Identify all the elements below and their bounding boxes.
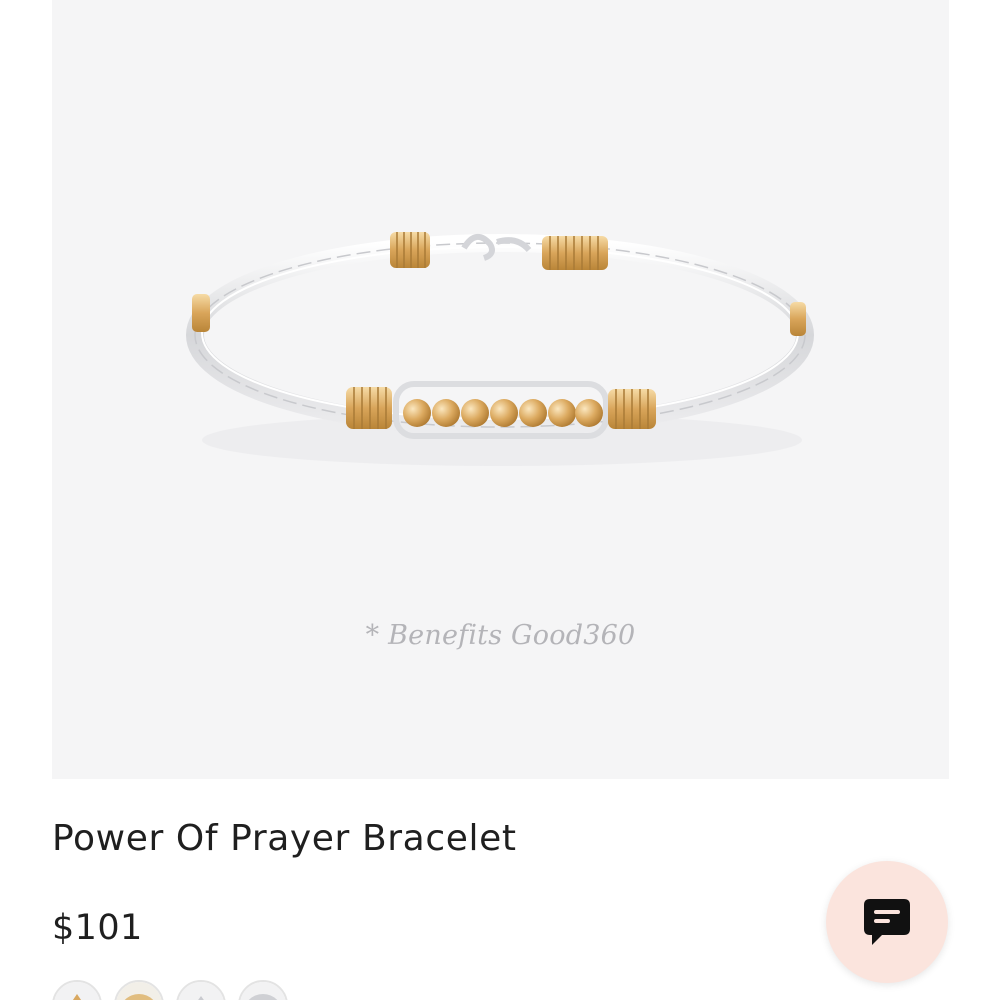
chat-icon <box>864 899 910 945</box>
color-swatches <box>52 980 288 1000</box>
swatch-gold-silver[interactable] <box>52 980 102 1000</box>
product-title: Power Of Prayer Bracelet <box>52 818 517 859</box>
swatch-silver-gold[interactable] <box>176 980 226 1000</box>
product-page: * Benefits Good360 Power Of Prayer Brace… <box>0 0 1000 1000</box>
coil-front-right <box>608 389 656 429</box>
benefits-badge: * Benefits Good360 <box>365 620 636 651</box>
coil-top-left <box>390 232 430 268</box>
coil-top-right <box>542 236 608 270</box>
swatch-gold[interactable] <box>114 980 164 1000</box>
swatch-silver[interactable] <box>238 980 288 1000</box>
coil-front-left <box>346 387 392 429</box>
chat-button[interactable] <box>826 861 948 983</box>
product-price: $101 <box>52 908 143 948</box>
product-image[interactable]: * Benefits Good360 <box>52 0 949 779</box>
bracelet-illustration <box>186 232 814 466</box>
